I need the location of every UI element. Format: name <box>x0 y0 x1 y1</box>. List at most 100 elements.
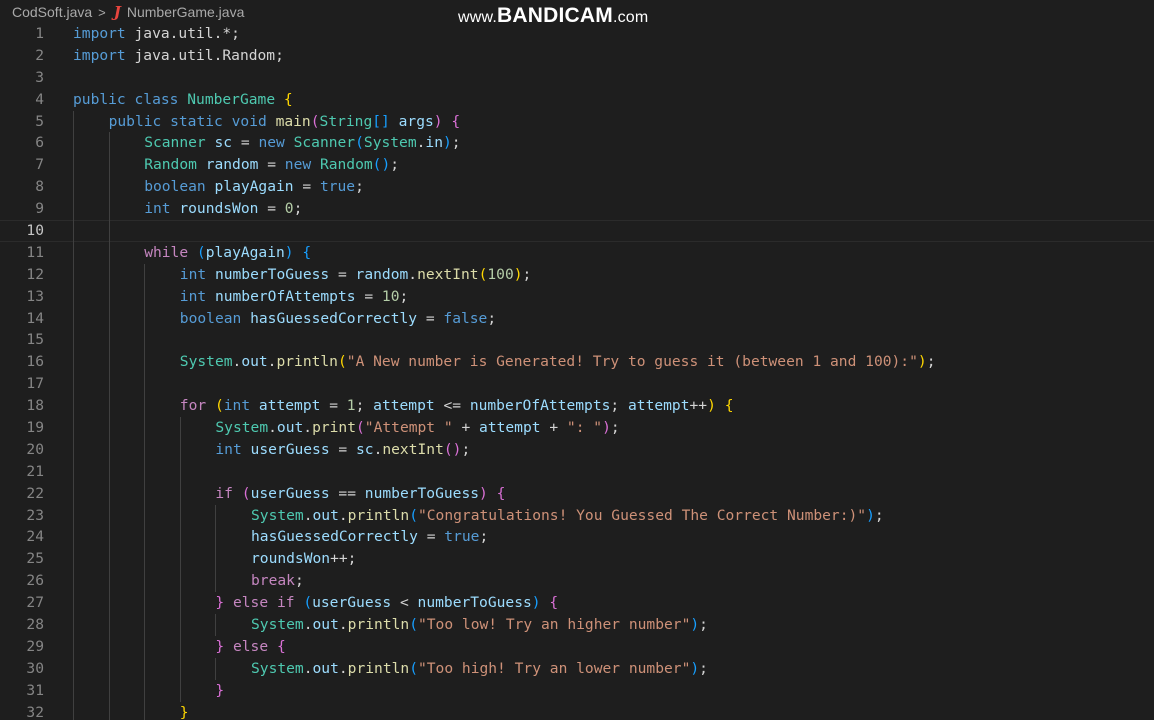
line-number: 28 <box>26 616 44 634</box>
code-line[interactable]: 21 <box>0 460 1154 483</box>
code-line[interactable]: 22 if (userGuess == numberToGuess) { <box>0 482 1154 505</box>
variable-token: playAgain <box>214 178 294 196</box>
indent-guide <box>144 351 146 374</box>
function-token: println <box>347 506 410 524</box>
code-text: java.util.Random; <box>125 46 284 64</box>
code-text: = <box>329 440 356 458</box>
code-line[interactable]: 7 Random random = new Random(); <box>0 154 1154 177</box>
code-line[interactable]: 30 System.out.println("Too high! Try an l… <box>0 657 1154 680</box>
variable-token: roundsWon <box>251 550 331 568</box>
breadcrumb-folder[interactable]: CodSoft.java <box>12 4 92 20</box>
bracket-token: ( <box>409 616 418 634</box>
type-token: System <box>251 659 304 677</box>
code-line[interactable]: 26 break; <box>0 570 1154 593</box>
code-line[interactable]: 6 Scanner sc = new Scanner(System.in); <box>0 132 1154 155</box>
code-line[interactable]: 31} <box>0 679 1154 702</box>
keyword-token: boolean <box>144 178 206 196</box>
code-line[interactable]: 32} <box>0 701 1154 720</box>
code-text: = <box>355 287 382 305</box>
code-line[interactable]: 16 System.out.println("A New number is Ge… <box>0 351 1154 374</box>
code-text: . <box>338 506 348 524</box>
keyword-token: import <box>73 46 126 64</box>
code-line[interactable]: 19 System.out.print("Attempt " + attempt … <box>0 417 1154 439</box>
code-text: ; <box>699 616 708 634</box>
code-content: System.out.print("Attempt " + attempt + … <box>215 417 619 439</box>
code-line[interactable]: 27} else if (userGuess < numberToGuess) … <box>0 592 1154 615</box>
code-text: . <box>268 419 277 437</box>
indent-guide <box>73 526 74 549</box>
indent-guide <box>73 176 74 199</box>
indent-guide <box>108 417 110 439</box>
code-line[interactable]: 4 public class NumberGame { <box>0 89 1154 111</box>
code-line[interactable]: 14 boolean hasGuessedCorrectly = false; <box>0 307 1154 330</box>
bracket-token: { <box>283 90 293 108</box>
code-text: . <box>303 506 313 524</box>
code-line[interactable]: 18 for (int attempt = 1; attempt <= numbe… <box>0 395 1154 418</box>
keyword-token: class <box>134 90 179 108</box>
code-text: = <box>417 309 444 327</box>
code-line[interactable]: 11 while (playAgain) { <box>0 241 1154 264</box>
code-content: Random random = new Random(); <box>144 154 399 176</box>
code-line[interactable]: 17 <box>0 373 1154 396</box>
bracket-token: ( <box>337 353 347 371</box>
indent-guide <box>108 307 110 330</box>
variable-token: numberToGuess <box>364 484 480 502</box>
code-text: java.util.*; <box>125 25 240 42</box>
code-line[interactable]: 12 int numberToGuess = random.nextInt(100… <box>0 263 1154 286</box>
function-token: print <box>312 419 356 437</box>
line-number: 6 <box>35 134 44 152</box>
code-text: ; <box>294 572 304 590</box>
code-line[interactable]: 2 import java.util.Random; <box>0 45 1154 67</box>
indent-guide <box>108 482 110 505</box>
line-number: 9 <box>35 200 44 218</box>
variable-token: out <box>241 353 268 371</box>
code-line[interactable]: 5 public static void main(String[] args) … <box>0 110 1154 133</box>
bracket-token: } <box>215 594 225 612</box>
code-line[interactable]: 29} else { <box>0 635 1154 658</box>
code-line[interactable]: 23 System.out.println("Congratulations! Y… <box>0 504 1154 527</box>
indent-guide <box>108 329 110 352</box>
code-line[interactable]: 15 <box>0 329 1154 352</box>
code-line[interactable]: 3 <box>0 67 1154 89</box>
code-line[interactable]: 25 roundsWon++; <box>0 548 1154 571</box>
code-line[interactable]: 20 int userGuess = sc.nextInt(); <box>0 438 1154 461</box>
code-editor-window: CodSoft.java > J NumberGame.java www.BAN… <box>0 0 1154 720</box>
breadcrumb-file[interactable]: NumberGame.java <box>127 4 245 20</box>
indent-guide <box>144 635 146 658</box>
indent-guide <box>144 592 146 615</box>
indent-guide <box>73 329 74 352</box>
bracket-token: ( <box>303 594 313 612</box>
code-line[interactable]: 10 <box>0 220 1154 242</box>
control-keyword-token: else <box>232 594 269 612</box>
code-content: if (userGuess == numberToGuess) { <box>215 483 505 505</box>
keyword-token: true <box>444 528 480 546</box>
code-text: ; <box>355 178 364 196</box>
variable-token: out <box>312 659 339 677</box>
string-token: "A New number is Generated! Try to guess… <box>346 353 918 371</box>
code-content: public class NumberGame { <box>73 89 293 111</box>
code-line[interactable]: 24 hasGuessedCorrectly = true; <box>0 526 1154 549</box>
code-area[interactable]: 1 import java.util.*; 2 import java.util.Ra… <box>0 23 1154 720</box>
code-line[interactable]: 9 int roundsWon = 0; <box>0 198 1154 221</box>
indent-guide <box>73 395 74 418</box>
variable-token: sc <box>355 440 374 458</box>
code-line[interactable]: 1 import java.util.*; <box>0 23 1154 45</box>
code-line[interactable]: 8 boolean playAgain = true; <box>0 176 1154 199</box>
code-content: boolean playAgain = true; <box>144 176 364 198</box>
indent-guide <box>144 263 146 286</box>
code-line[interactable]: 28 System.out.println("Too low! Try an hi… <box>0 614 1154 636</box>
indent-guide <box>108 526 110 549</box>
code-text: . <box>303 659 313 677</box>
variable-token: sc <box>214 134 233 152</box>
keyword-token: static <box>170 112 223 130</box>
code-content: int numberToGuess = random.nextInt(100); <box>180 264 532 286</box>
indent-guide <box>73 263 74 286</box>
code-line[interactable]: 13 int numberOfAttempts = 10; <box>0 285 1154 308</box>
